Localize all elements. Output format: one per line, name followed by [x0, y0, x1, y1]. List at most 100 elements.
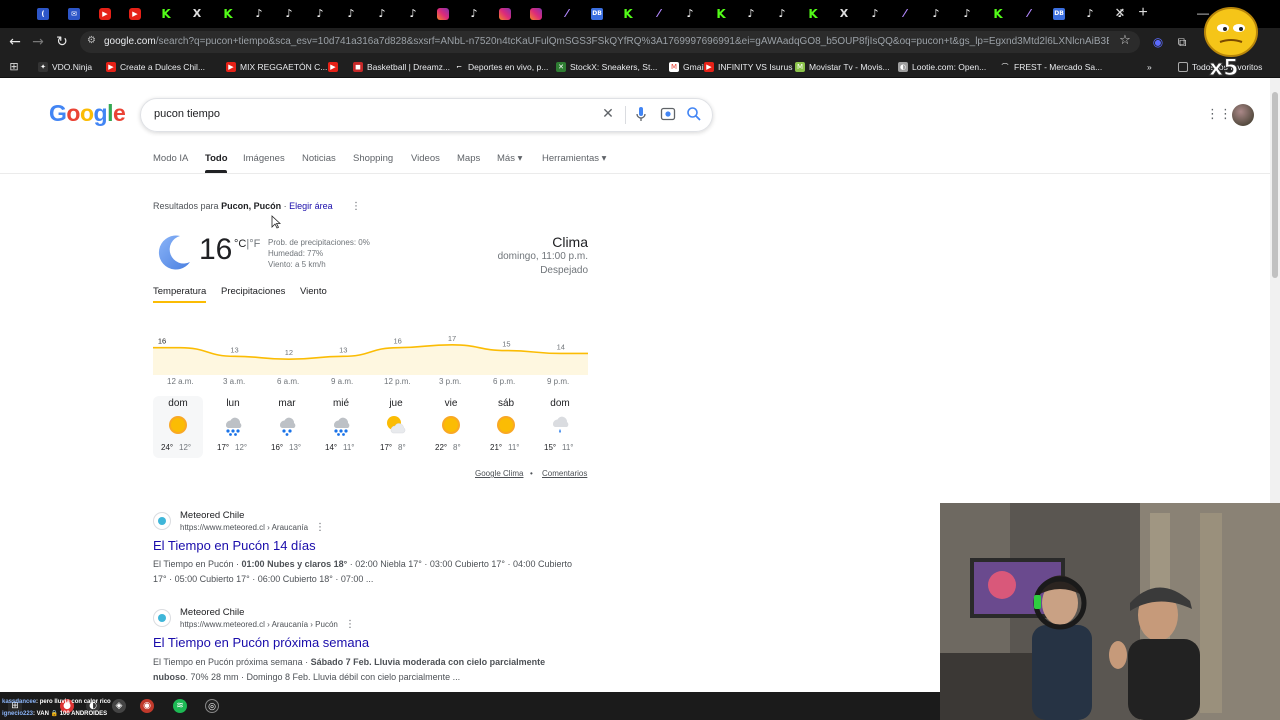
- forecast-day[interactable]: mar 16° 13°: [262, 396, 312, 458]
- browser-tab[interactable]: ♪: [740, 4, 762, 24]
- browser-tab[interactable]: ▶: [124, 4, 146, 24]
- browser-tab[interactable]: DB: [1048, 4, 1070, 24]
- result-options-icon[interactable]: ⋮: [345, 619, 355, 631]
- tab-temperature[interactable]: Temperatura: [153, 286, 206, 297]
- choose-area-link[interactable]: Elegir área: [289, 201, 333, 211]
- browser-tab[interactable]: ♪: [771, 4, 793, 24]
- feedback-link[interactable]: Comentarios: [542, 469, 587, 478]
- account-avatar[interactable]: [1232, 104, 1254, 126]
- tab-more[interactable]: Más ▾: [497, 153, 522, 164]
- browser-tab[interactable]: ♪: [679, 4, 701, 24]
- tab-ai-mode[interactable]: Modo IA: [153, 153, 188, 164]
- browser-tab[interactable]: K: [987, 4, 1009, 24]
- bookmark-item[interactable]: ◼ Basketball | Dreamz...: [353, 60, 450, 74]
- browser-tab[interactable]: X: [186, 4, 208, 24]
- app-icon[interactable]: ◈: [112, 699, 126, 713]
- bookmarks-overflow-icon[interactable]: »: [1147, 60, 1152, 74]
- bookmark-item[interactable]: M Gmail: [669, 60, 705, 74]
- site-info-icon[interactable]: ⚙: [87, 35, 99, 47]
- back-button[interactable]: ←: [5, 32, 25, 52]
- bookmark-item[interactable]: ✕ StockX: Sneakers, St...: [556, 60, 657, 74]
- app-icon[interactable]: ◉: [140, 699, 154, 713]
- browser-tab[interactable]: K: [710, 4, 732, 24]
- forecast-day[interactable]: mié 14° 11°: [316, 396, 366, 458]
- new-tab-button[interactable]: +: [1136, 3, 1150, 23]
- browser-tab[interactable]: ⁄: [1018, 4, 1040, 24]
- tab-precipitation[interactable]: Precipitaciones: [221, 286, 285, 297]
- browser-tab[interactable]: ♪: [309, 4, 331, 24]
- apps-grid-icon[interactable]: ⊞: [6, 59, 22, 75]
- browser-tab[interactable]: K: [617, 4, 639, 24]
- forecast-day[interactable]: jue 17° 8°: [371, 396, 421, 458]
- browser-tab[interactable]: ♪: [956, 4, 978, 24]
- browser-tab[interactable]: ♪: [371, 4, 393, 24]
- search-input[interactable]: pucon tiempo: [154, 108, 220, 120]
- bookmark-item[interactable]: ⌐ Deportes en vivo, p...: [454, 60, 548, 74]
- result-site-name[interactable]: Meteored Chile: [180, 510, 244, 521]
- browser-tab[interactable]: ⁄: [648, 4, 670, 24]
- tab-maps[interactable]: Maps: [457, 153, 480, 164]
- browser-tab[interactable]: ♪: [864, 4, 886, 24]
- google-apps-icon[interactable]: ⋮⋮⋮: [1206, 107, 1245, 123]
- search-box[interactable]: [140, 98, 713, 132]
- result-options-icon[interactable]: ⋮: [315, 522, 325, 534]
- google-logo[interactable]: Google: [49, 100, 126, 127]
- bookmark-star-icon[interactable]: ☆: [1117, 33, 1133, 49]
- browser-tab[interactable]: ♪: [1079, 4, 1101, 24]
- browser-tab[interactable]: K: [155, 4, 177, 24]
- bookmark-item[interactable]: ✦ VDO.Ninja: [38, 60, 92, 74]
- result-url[interactable]: https://www.meteored.cl › Araucanía: [180, 523, 308, 532]
- bookmark-item[interactable]: ▶ MIX REGGAETÓN C...: [226, 60, 327, 74]
- browser-tab[interactable]: ✉: [63, 4, 85, 24]
- browser-tab[interactable]: X: [833, 4, 855, 24]
- tab-videos[interactable]: Videos: [411, 153, 440, 164]
- forward-button[interactable]: →: [28, 32, 48, 52]
- bookmark-item[interactable]: M Movistar Tv - Movis...: [795, 60, 890, 74]
- tab-all[interactable]: Todo: [205, 153, 228, 164]
- browser-tab[interactable]: K: [802, 4, 824, 24]
- forecast-day[interactable]: vie 22° 8°: [426, 396, 476, 458]
- forecast-day[interactable]: dom 15° 11°: [535, 396, 585, 458]
- browser-tab[interactable]: [494, 4, 516, 24]
- bookmark-item[interactable]: ▶ INFINITY VS Isurus: [704, 60, 792, 74]
- bookmark-item[interactable]: ▶: [328, 60, 338, 74]
- scrollbar-thumb[interactable]: [1272, 92, 1278, 278]
- bookmark-item[interactable]: ▶ Create a Dulces Chil...: [106, 60, 205, 74]
- unit-fahrenheit[interactable]: °F: [249, 238, 260, 250]
- obs-icon[interactable]: ◎: [205, 699, 219, 713]
- extensions-puzzle-icon[interactable]: ⧉: [1174, 34, 1190, 50]
- meteored-favicon[interactable]: [153, 609, 171, 627]
- browser-tab[interactable]: ♪: [278, 4, 300, 24]
- browser-tab[interactable]: ▶: [94, 4, 116, 24]
- lens-search-icon[interactable]: [659, 105, 677, 123]
- browser-tab[interactable]: ⁄: [894, 4, 916, 24]
- unit-celsius[interactable]: °C: [234, 238, 246, 250]
- result-url[interactable]: https://www.meteored.cl › Araucanía › Pu…: [180, 620, 338, 629]
- tab-tools[interactable]: Herramientas ▾: [542, 153, 606, 164]
- clear-search-icon[interactable]: ✕: [599, 105, 617, 123]
- result-site-name[interactable]: Meteored Chile: [180, 607, 244, 618]
- browser-tab[interactable]: K: [217, 4, 239, 24]
- tab-shopping[interactable]: Shopping: [353, 153, 393, 164]
- reload-button[interactable]: ↻: [52, 32, 72, 52]
- bookmark-item[interactable]: ⌒ FREST - Mercado Sa...: [1000, 60, 1102, 74]
- browser-tab[interactable]: ♪: [340, 4, 362, 24]
- temperature-chart[interactable]: 16 13 12 13 16 17 15 14: [153, 325, 588, 375]
- browser-tab[interactable]: ♪: [925, 4, 947, 24]
- tab-wind[interactable]: Viento: [300, 286, 327, 297]
- location-options-icon[interactable]: ⋮: [351, 201, 361, 213]
- browser-tab[interactable]: (: [32, 4, 54, 24]
- forecast-day[interactable]: sáb 21° 11°: [481, 396, 531, 458]
- google-weather-link[interactable]: Google Clima: [475, 469, 523, 478]
- result-title[interactable]: El Tiempo en Pucón próxima semana: [153, 635, 369, 650]
- search-icon[interactable]: [685, 105, 703, 123]
- forecast-day[interactable]: dom 24° 12°: [153, 396, 203, 458]
- browser-tab[interactable]: [432, 4, 454, 24]
- voice-search-icon[interactable]: [632, 105, 650, 123]
- tab-images[interactable]: Imágenes: [243, 153, 285, 164]
- address-url[interactable]: google.com/search?q=pucon+tiempo&sca_esv…: [104, 35, 1109, 49]
- meteored-favicon[interactable]: [153, 512, 171, 530]
- browser-tab[interactable]: ♪: [248, 4, 270, 24]
- browser-tab[interactable]: ♪: [463, 4, 485, 24]
- tab-news[interactable]: Noticias: [302, 153, 336, 164]
